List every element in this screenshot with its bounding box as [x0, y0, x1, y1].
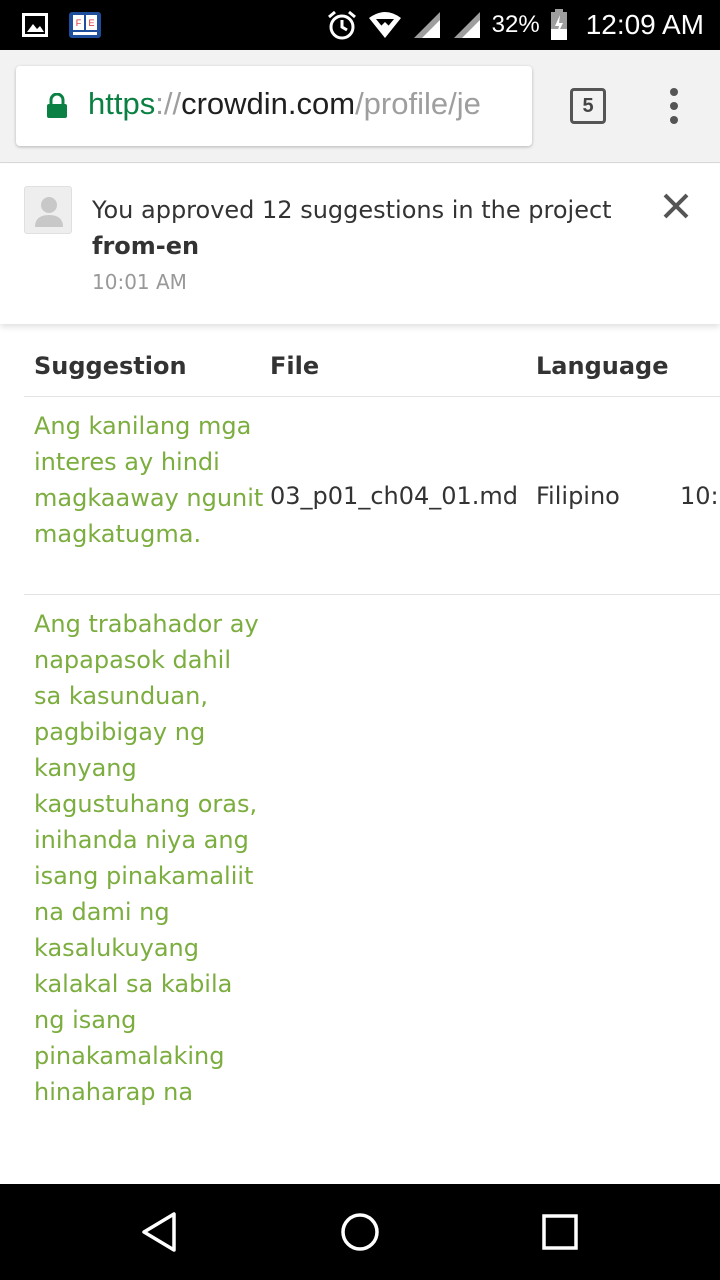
svg-text:E: E: [88, 18, 94, 28]
notification-card: You approved 12 suggestions in the proje…: [0, 164, 720, 324]
row-1-time: 10:0: [680, 482, 720, 510]
header-divider: [24, 396, 720, 397]
notification-message: You approved 12 suggestions in the proje…: [92, 192, 632, 264]
address-bar[interactable]: https://crowdin.com/profile/je: [16, 66, 532, 146]
column-header-suggestion: Suggestion: [34, 352, 187, 380]
gallery-icon: [22, 13, 48, 37]
home-icon[interactable]: [338, 1210, 382, 1254]
signal-icon: [413, 12, 440, 38]
row-1-language: Filipino: [536, 482, 620, 510]
url-scheme: https: [88, 86, 156, 121]
back-icon[interactable]: [138, 1210, 182, 1254]
notification-project[interactable]: from-en: [92, 228, 632, 264]
row-1-suggestion[interactable]: Ang kanilang mga interes ay hindi magkaa…: [34, 408, 264, 552]
battery-percent: 32%: [491, 11, 540, 38]
avatar: [24, 186, 72, 234]
suggestions-table: Suggestion File Language Ang kanilang mg…: [24, 324, 720, 1184]
tab-switcher-button[interactable]: 5: [570, 88, 606, 124]
notification-time: 10:01 AM: [92, 270, 187, 294]
overflow-menu-icon[interactable]: [662, 86, 686, 126]
url-path: /profile/je: [355, 86, 481, 121]
close-icon[interactable]: [660, 190, 692, 222]
column-header-language: Language: [536, 352, 669, 380]
url-text[interactable]: https://crowdin.com/profile/je: [88, 86, 481, 122]
row-1-file: 03_p01_ch04_01.md: [270, 482, 519, 510]
status-bar: F E 32% 12:09 AM: [0, 0, 720, 50]
signal-icon-2: [453, 12, 480, 38]
user-placeholder-icon: [35, 197, 63, 227]
wifi-icon: [368, 12, 401, 38]
clock: 12:09 AM: [585, 9, 704, 40]
url-separator: ://: [155, 86, 182, 121]
app-book-icon: F E: [69, 12, 101, 38]
notification-text: You approved 12 suggestions in the proje…: [92, 196, 612, 224]
browser-toolbar: https://crowdin.com/profile/je 5: [0, 50, 720, 163]
column-header-file: File: [270, 352, 320, 380]
row-2-suggestion[interactable]: Ang trabahador ay napapasok dahil sa kas…: [34, 606, 264, 1110]
navigation-bar: [0, 1184, 720, 1280]
url-host: crowdin.com: [181, 86, 356, 121]
recents-icon[interactable]: [538, 1210, 582, 1254]
alarm-icon: [327, 10, 356, 40]
battery-icon: [550, 9, 567, 40]
svg-text:F: F: [76, 18, 82, 28]
row-divider: [24, 594, 720, 595]
lock-icon: [47, 93, 67, 118]
